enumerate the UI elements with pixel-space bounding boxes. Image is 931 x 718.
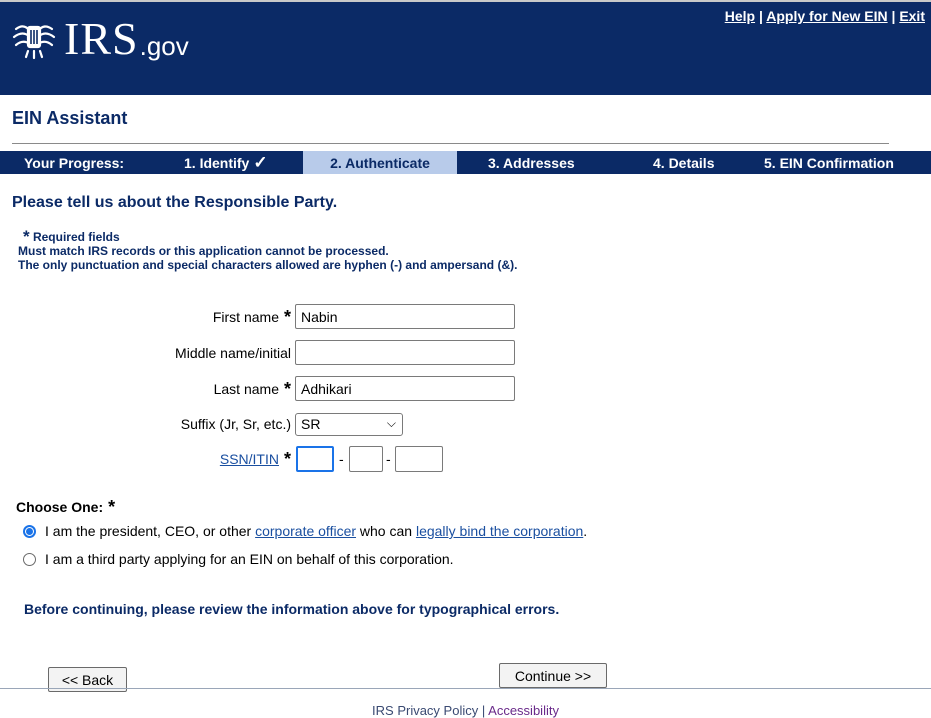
- last-name-input[interactable]: [295, 376, 515, 401]
- last-name-row: Last name *: [0, 376, 931, 402]
- required-notes: * Required fields Must match IRS records…: [18, 228, 518, 272]
- middle-name-row: Middle name/initial: [0, 340, 931, 366]
- progress-step-ein-confirmation: 5. EIN Confirmation: [764, 154, 894, 171]
- radio-button-selected[interactable]: [23, 524, 36, 538]
- continue-button[interactable]: Continue >>: [499, 663, 607, 688]
- legally-bind-link[interactable]: legally bind the corporation: [416, 523, 583, 539]
- ssn-dash: -: [386, 451, 391, 467]
- punctuation-note: The only punctuation and special charact…: [18, 258, 518, 272]
- footer-divider: [0, 688, 931, 689]
- suffix-value: SR: [301, 416, 321, 432]
- ssn-part3-input[interactable]: [395, 446, 443, 472]
- progress-step-details: 4. Details: [653, 154, 715, 171]
- suffix-row: Suffix (Jr, Sr, etc.): [0, 411, 291, 437]
- app-title: EIN Assistant: [12, 108, 128, 128]
- first-name-input[interactable]: [295, 304, 515, 329]
- irs-logo[interactable]: IRS .gov: [10, 10, 189, 68]
- match-records-note: Must match IRS records or this applicati…: [18, 244, 389, 258]
- radio-option-officer[interactable]: I am the president, CEO, or other corpor…: [23, 523, 587, 539]
- privacy-policy-link[interactable]: IRS Privacy Policy: [372, 703, 478, 718]
- ssn-part2-input[interactable]: [349, 446, 383, 472]
- corporate-officer-link[interactable]: corporate officer: [255, 523, 356, 539]
- radio-button[interactable]: [23, 552, 36, 566]
- link-separator: |: [891, 8, 896, 24]
- link-separator: |: [758, 8, 763, 24]
- officer-option-text: I am the president, CEO, or other corpor…: [45, 523, 588, 539]
- third-party-option-text: I am a third party applying for an EIN o…: [45, 551, 454, 567]
- apply-new-ein-link[interactable]: Apply for New EIN: [766, 8, 887, 24]
- help-link[interactable]: Help: [725, 8, 755, 24]
- review-note: Before continuing, please review the inf…: [24, 601, 560, 617]
- progress-step-authenticate: 2. Authenticate: [303, 151, 457, 174]
- suffix-label: Suffix (Jr, Sr, etc.): [180, 416, 291, 432]
- last-name-label: Last name *: [213, 379, 291, 399]
- progress-label: Your Progress:: [24, 154, 125, 171]
- logo-suffix: .gov: [139, 30, 189, 61]
- ssn-label: SSN/ITIN *: [219, 449, 291, 469]
- header-links: Help | Apply for New EIN | Exit: [725, 8, 925, 24]
- exit-link[interactable]: Exit: [899, 8, 925, 24]
- chevron-down-icon: ⌵: [386, 416, 396, 430]
- step-label: 1. Identify: [184, 154, 250, 171]
- first-name-row: First name *: [0, 304, 931, 330]
- title-divider: [12, 143, 889, 144]
- accessibility-link[interactable]: Accessibility: [488, 703, 559, 718]
- footer-separator: |: [481, 703, 486, 718]
- progress-step-identify: 1. Identify ✓: [170, 151, 303, 174]
- middle-name-label: Middle name/initial: [175, 345, 291, 361]
- choose-one-label: Choose One: *: [16, 497, 116, 517]
- ssn-dash: -: [339, 451, 344, 467]
- logo-text: IRS: [64, 13, 139, 64]
- progress-step-addresses: 3. Addresses: [488, 154, 575, 171]
- page-heading: Please tell us about the Responsible Par…: [12, 194, 338, 211]
- ssn-itin-link[interactable]: SSN/ITIN: [220, 451, 279, 467]
- first-name-label: First name *: [212, 307, 291, 327]
- eagle-icon: [10, 15, 58, 63]
- middle-name-input[interactable]: [295, 340, 515, 365]
- progress-bar: Your Progress: 1. Identify ✓ 2. Authenti…: [0, 151, 931, 174]
- radio-option-third-party[interactable]: I am a third party applying for an EIN o…: [23, 551, 454, 567]
- site-header: IRS .gov Help | Apply for New EIN | Exit: [0, 0, 931, 95]
- footer: IRS Privacy Policy | Accessibility: [0, 703, 931, 718]
- suffix-select[interactable]: SR ⌵: [295, 413, 403, 436]
- required-fields-note: Required fields: [32, 230, 120, 244]
- checkmark-icon: ✓: [253, 153, 268, 172]
- ssn-row: SSN/ITIN *: [0, 446, 291, 472]
- ssn-part1-input[interactable]: [296, 446, 334, 472]
